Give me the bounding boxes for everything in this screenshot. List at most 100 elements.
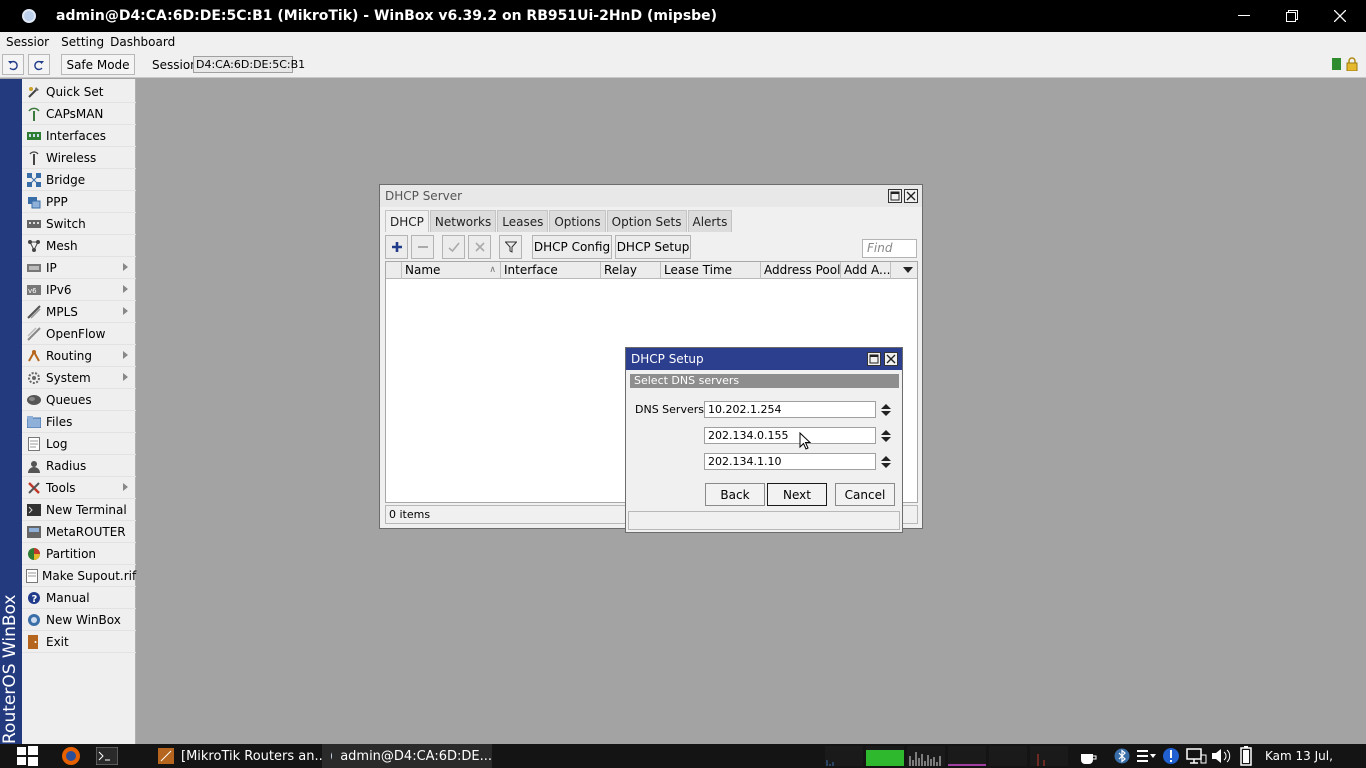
sidebar-item-wireless[interactable]: Wireless [22, 147, 136, 169]
dns-server-3-spinner-icon[interactable] [880, 455, 892, 469]
volume-tray[interactable] [1210, 744, 1234, 768]
dhcp-setup-button[interactable]: DHCP Setup [615, 235, 691, 259]
dns-server-2-spinner-icon[interactable] [880, 429, 892, 443]
column-header-flags[interactable] [386, 262, 402, 279]
terminal-launcher[interactable] [96, 744, 118, 768]
sidebar-item-new-terminal[interactable]: New Terminal [22, 499, 136, 521]
menu-dashboard[interactable]: Dashboard [110, 35, 181, 49]
sidebar-item-partition[interactable]: Partition [22, 543, 136, 565]
back-button[interactable]: Back [705, 483, 765, 506]
column-menu-button[interactable] [891, 262, 919, 279]
svg-text:?: ? [32, 594, 38, 605]
column-header-lease-time[interactable]: Lease Time [661, 262, 761, 279]
dhcp-config-button[interactable]: DHCP Config [532, 235, 612, 259]
network-tray[interactable] [1186, 744, 1208, 768]
menu-session[interactable]: Sessior [0, 35, 55, 49]
tab-dhcp[interactable]: DHCP [385, 210, 429, 232]
sidebar-item-label: Exit [46, 634, 69, 649]
add-button[interactable] [385, 235, 408, 259]
filter-button[interactable] [499, 235, 522, 259]
sidebar-item-quick-set[interactable]: Quick Set [22, 81, 136, 103]
tools-icon [26, 481, 42, 495]
dhcp-server-tabs: DHCP Networks Leases Options Option Sets… [385, 210, 733, 232]
column-header-address-pool[interactable]: Address Pool [761, 262, 841, 279]
sidebar-item-radius[interactable]: Radius [22, 455, 136, 477]
menu-settings[interactable]: Setting [55, 35, 110, 49]
maximize-button[interactable] [1269, 0, 1315, 32]
bluetooth-tray[interactable] [1114, 744, 1130, 768]
redo-button[interactable] [28, 54, 50, 75]
caffeine-tray[interactable] [1078, 744, 1098, 768]
safe-mode-button[interactable]: Safe Mode [61, 54, 135, 75]
dns-server-field-1[interactable]: 10.202.1.254 [704, 401, 876, 418]
sidebar-item-label: IPv6 [46, 282, 72, 297]
sidebar-item-metarouter[interactable]: MetaROUTER [22, 521, 136, 543]
firefox-launcher[interactable] [60, 744, 82, 768]
sidebar-item-queues[interactable]: Queues [22, 389, 136, 411]
cpu-graph-icon [826, 760, 834, 766]
next-button[interactable]: Next [767, 483, 827, 506]
column-header-add-arp[interactable]: Add A... [841, 262, 891, 279]
sidebar-item-ip[interactable]: IP [22, 257, 136, 279]
remove-button[interactable] [411, 235, 434, 259]
sidebar-item-files[interactable]: Files [22, 411, 136, 433]
windows-logo-icon [17, 746, 38, 766]
sidebar-item-new-winbox[interactable]: New WinBox [22, 609, 136, 631]
menu-tray[interactable] [1136, 744, 1158, 768]
sidebar-item-switch[interactable]: Switch [22, 213, 136, 235]
sidebar-item-exit[interactable]: Exit [22, 631, 136, 653]
battery-tray[interactable] [1240, 744, 1252, 768]
dhcp-setup-maximize-button[interactable] [867, 352, 881, 366]
taskbar-firefox-window[interactable]: [MikroTik Routers an... [158, 744, 327, 768]
dns-server-1-spinner-icon[interactable] [880, 403, 892, 417]
tab-networks[interactable]: Networks [429, 210, 497, 232]
sidebar-item-routing[interactable]: Routing [22, 345, 136, 367]
sidebar-item-capsman[interactable]: CAPsMAN [22, 103, 136, 125]
close-icon [906, 191, 916, 201]
partition-icon [26, 547, 42, 561]
sidebar-item-ipv6[interactable]: v6 IPv6 [22, 279, 136, 301]
sidebar-item-ppp[interactable]: PPP [22, 191, 136, 213]
dns-server-field-2[interactable]: 202.134.0.155 [704, 427, 876, 444]
sidebar-item-bridge[interactable]: Bridge [22, 169, 136, 191]
column-header-name[interactable]: Name ∧ [402, 262, 501, 279]
sidebar-item-manual[interactable]: ? Manual [22, 587, 136, 609]
tab-alerts[interactable]: Alerts [687, 210, 733, 232]
enable-button[interactable] [442, 235, 465, 259]
redo-icon [34, 60, 44, 70]
sidebar-item-make-supout[interactable]: Make Supout.rif [22, 565, 136, 587]
start-button[interactable] [14, 744, 40, 768]
column-header-relay[interactable]: Relay [601, 262, 661, 279]
dhcp-server-maximize-button[interactable] [888, 189, 902, 203]
clock[interactable]: Kam 13 Jul, 14:32 [1265, 744, 1366, 768]
tab-option-sets[interactable]: Option Sets [606, 210, 687, 232]
mouse-cursor-icon [799, 432, 812, 450]
find-input[interactable]: Find [862, 239, 917, 258]
dhcp-server-close-button[interactable] [904, 189, 918, 203]
column-header-interface[interactable]: Interface [501, 262, 601, 279]
files-icon [26, 415, 42, 429]
undo-button[interactable] [2, 54, 24, 75]
sidebar-item-system[interactable]: System [22, 367, 136, 389]
sidebar-item-mpls[interactable]: MPLS [22, 301, 136, 323]
window-title-bar: admin@D4:CA:6D:DE:5C:B1 (MikroTik) - Win… [0, 0, 1366, 32]
taskbar-winbox-window[interactable]: admin@D4:CA:6D:DE... [322, 744, 492, 768]
sidebar-item-openflow[interactable]: OpenFlow [22, 323, 136, 345]
sidebar-item-log[interactable]: Log [22, 433, 136, 455]
sidebar-item-mesh[interactable]: Mesh [22, 235, 136, 257]
notification-tray[interactable] [1162, 744, 1180, 768]
cancel-button[interactable]: Cancel [835, 483, 895, 506]
alert-icon [1163, 748, 1179, 764]
dns-server-field-3[interactable]: 202.134.1.10 [704, 453, 876, 470]
close-button[interactable] [1317, 0, 1363, 32]
minimize-button[interactable] [1221, 0, 1267, 32]
tab-options[interactable]: Options [549, 210, 606, 232]
tab-leases[interactable]: Leases [497, 210, 549, 232]
dhcp-setup-close-button[interactable] [884, 352, 898, 366]
sidebar-item-tools[interactable]: Tools [22, 477, 136, 499]
disable-button[interactable] [468, 235, 491, 259]
session-field[interactable]: D4:CA:6D:DE:5C:B1 [193, 56, 305, 73]
maximize-icon [890, 191, 900, 201]
sidebar-item-interfaces[interactable]: Interfaces [22, 125, 136, 147]
brand-strip: RouterOS WinBox [0, 79, 22, 744]
